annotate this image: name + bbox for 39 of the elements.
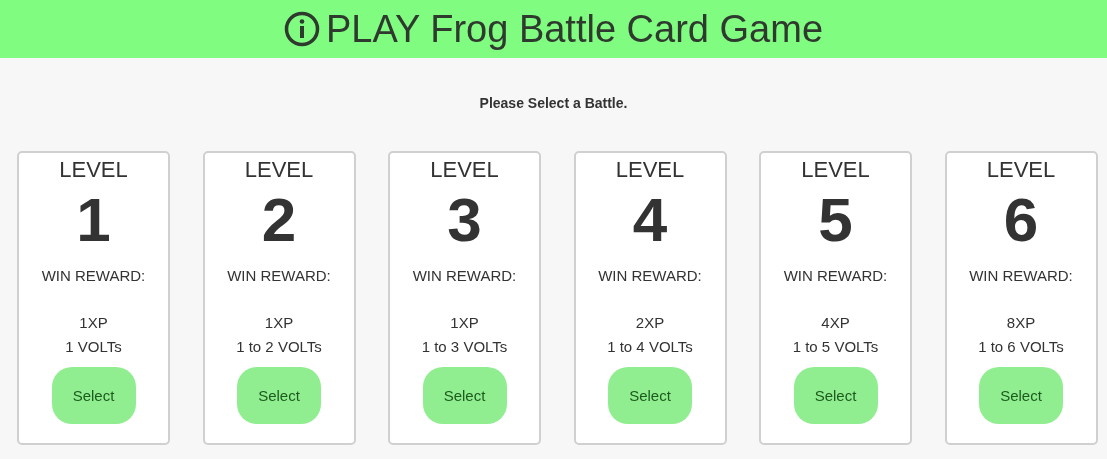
level-label: LEVEL	[430, 157, 499, 183]
select-button[interactable]: Select	[979, 367, 1063, 424]
info-icon[interactable]	[283, 11, 320, 47]
reward-label: WIN REWARD:	[41, 267, 146, 284]
select-button[interactable]: Select	[51, 367, 136, 424]
select-button[interactable]: Select	[793, 367, 878, 424]
xp-reward: 1XP	[79, 314, 108, 331]
xp-reward: 1XP	[264, 314, 294, 331]
volts-reward: 1 VOLTs	[65, 338, 122, 355]
level-number: 6	[1003, 185, 1039, 255]
level-label: LEVEL	[244, 157, 314, 183]
volts-reward: 1 to 6 VOLTs	[978, 338, 1064, 355]
level-number: 2	[261, 185, 297, 255]
level-label: LEVEL	[615, 157, 685, 183]
volts-reward: 1 to 5 VOLTs	[792, 338, 879, 355]
level-label: LEVEL	[801, 157, 870, 183]
level-number: 1	[76, 185, 111, 255]
reward-label: WIN REWARD:	[227, 267, 331, 284]
volts-reward: 1 to 2 VOLTs	[236, 338, 322, 355]
reward-label: WIN REWARD:	[783, 267, 888, 284]
xp-reward: 4XP	[821, 314, 850, 331]
xp-reward: 8XP	[1006, 314, 1036, 331]
reward-label: WIN REWARD:	[598, 267, 702, 284]
select-button[interactable]: Select	[422, 367, 507, 424]
volts-reward: 1 to 3 VOLTs	[421, 338, 508, 355]
xp-reward: 2XP	[635, 314, 665, 331]
reward-label: WIN REWARD:	[969, 267, 1073, 284]
reward-label: WIN REWARD:	[412, 267, 517, 284]
level-number: 5	[818, 185, 853, 255]
xp-reward: 1XP	[450, 314, 479, 331]
instruction-text: Please Select a Battle.	[478, 95, 629, 111]
volts-reward: 1 to 4 VOLTs	[607, 338, 693, 355]
level-label: LEVEL	[986, 157, 1056, 183]
level-label: LEVEL	[59, 157, 128, 183]
select-button[interactable]: Select	[237, 367, 321, 424]
level-number: 3	[447, 185, 482, 255]
select-button[interactable]: Select	[608, 367, 692, 424]
page-title: PLAY Frog Battle Card Game	[325, 7, 823, 51]
level-number: 4	[632, 185, 668, 255]
